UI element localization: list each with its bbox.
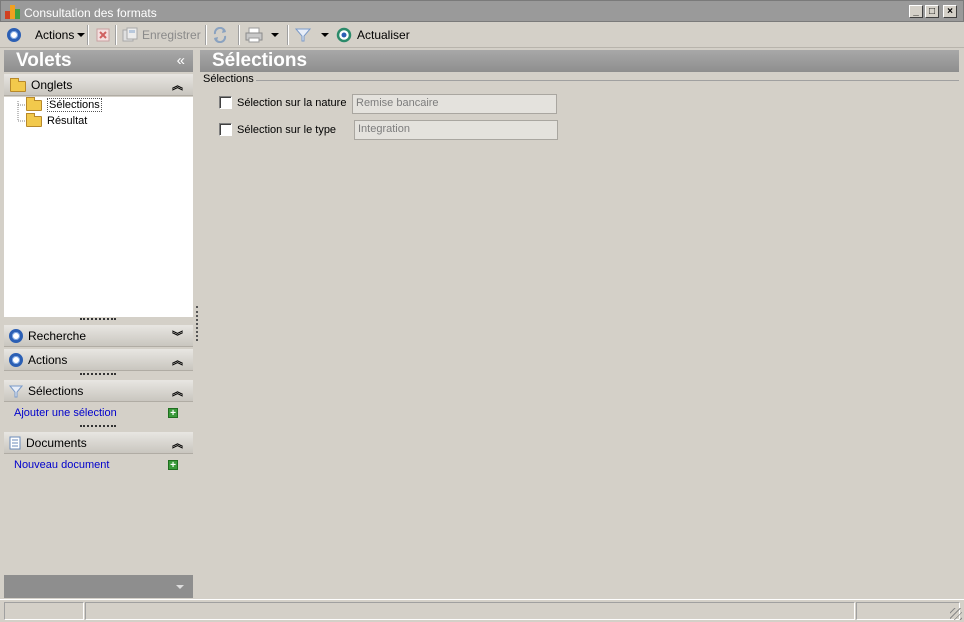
new-document-link[interactable]: Nouveau document — [14, 459, 109, 471]
status-cell — [4, 602, 84, 620]
add-selection-link[interactable]: Ajouter une sélection — [14, 407, 117, 419]
recherche-title: Recherche — [28, 328, 87, 343]
add-icon[interactable]: + — [168, 460, 178, 471]
actions-icon — [9, 352, 23, 367]
group-divider — [256, 80, 959, 81]
documents-title: Documents — [26, 435, 87, 450]
selections-section-header[interactable]: Sélections ︽ — [4, 380, 193, 402]
refresh-button[interactable]: Actualiser — [336, 25, 410, 45]
printer-icon — [245, 27, 263, 43]
chevron-up-icon[interactable]: ︽ — [172, 383, 183, 399]
volets-title: Volets — [16, 50, 72, 71]
resize-grip[interactable] — [80, 318, 116, 321]
print-button[interactable] — [245, 25, 263, 45]
type-selection-row[interactable]: Sélection sur le type — [219, 123, 336, 136]
panel-splitter[interactable] — [196, 306, 198, 341]
toolbar-separator — [238, 25, 240, 45]
tree-item-label: Sélections — [47, 98, 102, 112]
document-icon — [9, 436, 21, 449]
toolbar-separator — [87, 25, 89, 45]
status-cell — [85, 602, 855, 620]
toolbar: Actions Enregistrer Actualiser — [0, 22, 964, 48]
print-dropdown[interactable] — [268, 25, 279, 45]
chevron-down-icon — [77, 33, 86, 37]
chevron-up-icon[interactable]: ︽ — [172, 352, 183, 368]
minimize-button[interactable]: _ — [909, 5, 923, 18]
save-icon — [122, 27, 138, 42]
type-label: Sélection sur le type — [237, 123, 337, 136]
filter-dropdown[interactable] — [318, 25, 329, 45]
add-icon[interactable]: + — [168, 408, 178, 419]
selections-title: Sélections — [28, 383, 84, 398]
type-field[interactable]: Integration — [354, 120, 558, 140]
nature-field[interactable]: Remise bancaire — [352, 94, 557, 114]
actions-menu-label: Actions — [35, 28, 75, 42]
chevron-down-icon — [321, 33, 329, 37]
type-checkbox[interactable] — [219, 123, 232, 136]
refresh-label: Actualiser — [357, 28, 410, 42]
delete-button[interactable] — [96, 25, 110, 45]
tree-item-selections[interactable]: Sélections — [26, 96, 102, 112]
chevron-up-icon[interactable]: ︽ — [172, 77, 183, 93]
recherche-section-header[interactable]: Recherche ︾ — [4, 325, 193, 347]
sync-button[interactable] — [212, 25, 228, 45]
status-bar — [0, 599, 964, 622]
nature-checkbox[interactable] — [219, 96, 232, 109]
page-title: Sélections — [212, 50, 308, 71]
filter-icon — [295, 28, 311, 42]
delete-icon — [96, 28, 110, 42]
filter-icon — [9, 385, 23, 397]
refresh-icon — [336, 27, 352, 43]
resize-grip[interactable] — [80, 425, 116, 428]
volets-header: Volets « — [4, 50, 193, 72]
open-folder-icon — [26, 96, 42, 111]
folder-icon — [26, 112, 42, 127]
save-button[interactable]: Enregistrer — [122, 25, 201, 45]
resize-grip-icon[interactable] — [950, 608, 962, 620]
tree-item-resultat[interactable]: Résultat — [26, 112, 88, 127]
app-icon — [5, 5, 21, 19]
maximize-button[interactable]: □ — [925, 5, 939, 18]
tabs-tree: Sélections Résultat — [4, 96, 193, 317]
main-header: Sélections — [200, 50, 959, 72]
toolbar-separator — [115, 25, 117, 45]
chevron-down-icon[interactable] — [176, 585, 184, 589]
actions-title: Actions — [28, 352, 68, 367]
group-label: Sélections — [203, 73, 256, 85]
close-button[interactable]: × — [943, 5, 957, 18]
toolbar-separator — [205, 25, 207, 45]
collapse-panel-button[interactable]: « — [177, 50, 185, 72]
actions-icon[interactable] — [7, 25, 21, 45]
window-title: Consultation des formats — [24, 6, 157, 20]
tree-item-label: Résultat — [47, 115, 88, 127]
toolbar-separator — [287, 25, 289, 45]
filter-button[interactable] — [295, 25, 311, 45]
save-label: Enregistrer — [142, 28, 201, 42]
chevron-down-icon — [271, 33, 279, 37]
onglets-section-header[interactable]: Onglets ︽ — [4, 74, 193, 96]
folder-icon — [10, 77, 26, 92]
documents-section-header[interactable]: Documents ︽ — [4, 432, 193, 454]
resize-grip[interactable] — [80, 373, 116, 376]
sync-icon — [213, 27, 227, 43]
onglets-title: Onglets — [31, 77, 73, 92]
status-cell — [856, 602, 960, 620]
actions-section-header[interactable]: Actions ︽ — [4, 349, 193, 371]
title-bar: Consultation des formats _ □ × — [0, 0, 964, 22]
chevron-down-icon[interactable]: ︾ — [172, 328, 183, 344]
chevron-up-icon[interactable]: ︽ — [172, 435, 183, 451]
panel-bottom-bar[interactable] — [4, 575, 193, 598]
actions-menu-button[interactable]: Actions — [35, 25, 86, 45]
recherche-icon — [9, 328, 23, 343]
nature-label: Sélection sur la nature — [237, 96, 347, 109]
nature-selection-row[interactable]: Sélection sur la nature — [219, 96, 346, 109]
